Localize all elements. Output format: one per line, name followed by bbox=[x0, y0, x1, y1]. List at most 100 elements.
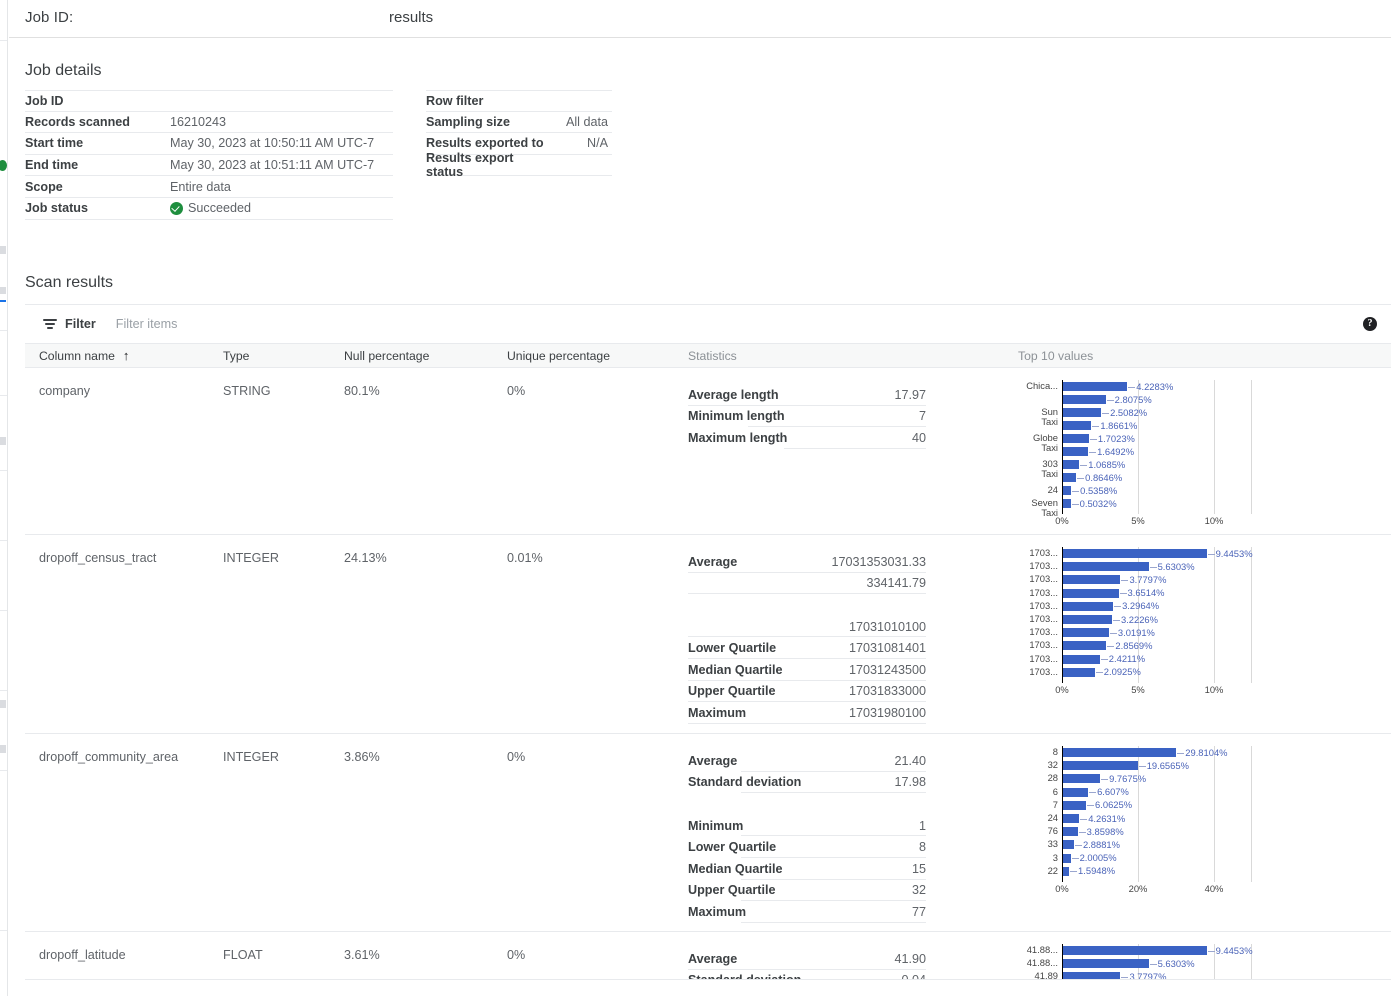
chart-value-label: 9.4453% bbox=[1216, 945, 1253, 956]
chart-category-label: 33 bbox=[1048, 839, 1058, 849]
chart-bar bbox=[1063, 801, 1086, 810]
results-table-body: companySTRING80.1%0%Average length17.97M… bbox=[25, 368, 1391, 980]
chart-leader-line bbox=[1113, 620, 1120, 621]
success-check-icon bbox=[170, 202, 183, 215]
chart-gridline bbox=[1214, 380, 1215, 514]
chart-bar bbox=[1063, 867, 1069, 876]
cell-statistics: Average21.40Standard deviation17.98Minim… bbox=[688, 734, 1018, 931]
scan-results-title: Scan results bbox=[25, 274, 113, 292]
column-header-null-percentage[interactable]: Null percentage bbox=[344, 349, 507, 363]
chart-bar bbox=[1063, 761, 1138, 770]
job-detail-right-row: Results export status bbox=[426, 155, 612, 177]
job-detail-left-key: Scope bbox=[25, 180, 170, 194]
chart-bar bbox=[1063, 575, 1120, 584]
chart-gridline bbox=[1251, 547, 1252, 683]
chart-value-label: 3.8598% bbox=[1087, 826, 1124, 837]
chart-category-label: 1703... bbox=[1029, 627, 1058, 637]
job-detail-left-value: 16210243 bbox=[170, 115, 226, 129]
cell-null-percentage: 3.86% bbox=[344, 734, 507, 931]
statistic-row: Average41.90 bbox=[688, 948, 926, 970]
chart-category-label: 41.88... bbox=[1027, 958, 1058, 968]
chart-value-label: 2.8881% bbox=[1083, 839, 1120, 850]
chart-x-tick-label: 10% bbox=[1205, 684, 1224, 695]
statistic-row: Maximum17031980100 bbox=[688, 702, 926, 724]
column-header-label: Type bbox=[223, 349, 249, 363]
job-detail-left-row: Job ID bbox=[25, 90, 393, 112]
chart-leader-line bbox=[1077, 478, 1084, 479]
cell-column-name: dropoff_latitude bbox=[25, 932, 223, 979]
chart-category-label: 7 bbox=[1053, 800, 1058, 810]
chart-category-label: 1703... bbox=[1029, 548, 1058, 558]
table-row[interactable]: dropoff_census_tractINTEGER24.13%0.01%Av… bbox=[25, 535, 1391, 734]
chart-leader-line bbox=[1208, 554, 1215, 555]
job-detail-right-row: Sampling sizeAll data bbox=[426, 112, 612, 134]
chart-leader-line bbox=[1075, 845, 1082, 846]
cell-statistics: Average41.90Standard deviation0.04 bbox=[688, 932, 1018, 979]
job-header-bar: Job ID: results bbox=[9, 0, 1391, 38]
chart-value-label: 9.4453% bbox=[1216, 548, 1253, 559]
chart-leader-line bbox=[1092, 426, 1099, 427]
statistic-value: 40 bbox=[830, 431, 926, 445]
cell-type: STRING bbox=[223, 368, 344, 534]
chart-leader-line bbox=[1121, 580, 1128, 581]
chart-value-label: 29.8104% bbox=[1185, 747, 1227, 758]
chart-bar bbox=[1063, 641, 1106, 650]
statistic-key: Maximum bbox=[688, 706, 830, 720]
cell-top-10-values: 29.8104%819.6565%329.7675%286.607%66.062… bbox=[1018, 734, 1378, 931]
chart-bar bbox=[1063, 774, 1100, 783]
column-header-label: Null percentage bbox=[344, 349, 429, 363]
chart-category-label: 32 bbox=[1048, 760, 1058, 770]
job-detail-left-row: Job statusSucceeded bbox=[25, 198, 393, 220]
job-detail-left-value: May 30, 2023 at 10:50:11 AM UTC-7 bbox=[170, 136, 374, 150]
column-header-label: Column name bbox=[39, 349, 115, 363]
chart-bar bbox=[1063, 473, 1076, 482]
chart-category-label: 41.89 bbox=[1035, 971, 1058, 980]
filter-icon[interactable] bbox=[43, 318, 57, 330]
chart-leader-line bbox=[1150, 567, 1157, 568]
statistic-value: 17.98 bbox=[830, 775, 926, 789]
job-detail-right-key: Results exported to bbox=[426, 136, 548, 150]
statistic-key: Minimum length bbox=[688, 409, 830, 423]
top-values-bar-chart: 9.4453%41.88...5.6303%41.88...3.7797%41.… bbox=[1018, 944, 1378, 980]
statistics-table: Average21.40Standard deviation17.98Minim… bbox=[688, 750, 926, 923]
statistic-key: Median Quartile bbox=[688, 862, 830, 876]
statistic-row: Maximum length40 bbox=[688, 427, 926, 449]
table-row[interactable]: dropoff_community_areaINTEGER3.86%0%Aver… bbox=[25, 734, 1391, 932]
filter-input[interactable]: Filter items bbox=[116, 317, 178, 331]
chart-bar bbox=[1063, 602, 1113, 611]
job-id-value: results bbox=[389, 9, 433, 26]
chart-value-label: 2.8569% bbox=[1115, 640, 1152, 651]
chart-value-label: 19.6565% bbox=[1147, 760, 1189, 771]
column-header-column-name[interactable]: Column name ↑ bbox=[25, 349, 223, 363]
sort-ascending-icon[interactable]: ↑ bbox=[123, 349, 130, 362]
chart-value-label: 0.5358% bbox=[1080, 485, 1117, 496]
top-values-bar-chart: 9.4453%1703...5.6303%1703...3.7797%1703.… bbox=[1018, 547, 1378, 683]
table-row[interactable]: companySTRING80.1%0%Average length17.97M… bbox=[25, 368, 1391, 535]
column-header-unique-percentage[interactable]: Unique percentage bbox=[507, 349, 688, 363]
column-header-type[interactable]: Type bbox=[223, 349, 344, 363]
table-row[interactable]: dropoff_latitudeFLOAT3.61%0%Average41.90… bbox=[25, 932, 1391, 980]
job-detail-right-key: Row filter bbox=[426, 94, 548, 108]
chart-leader-line bbox=[1072, 504, 1079, 505]
chart-bar bbox=[1063, 814, 1079, 823]
chart-bar bbox=[1063, 382, 1127, 391]
chart-bar bbox=[1063, 549, 1207, 558]
job-detail-left-key: Job ID bbox=[25, 94, 170, 108]
statistic-row: Average17031353031.33 bbox=[688, 551, 926, 573]
chart-plot-area: 9.4453%1703...5.6303%1703...3.7797%1703.… bbox=[1062, 547, 1252, 683]
chart-value-label: 2.0925% bbox=[1104, 666, 1141, 677]
statistics-table: Average length17.97Minimum length7Maximu… bbox=[688, 384, 926, 449]
job-detail-left-row: Records scanned16210243 bbox=[25, 112, 393, 134]
chart-x-tick-label: 0% bbox=[1055, 883, 1069, 894]
statistic-key: Average bbox=[688, 952, 830, 966]
chart-value-label: 9.7675% bbox=[1109, 773, 1146, 784]
chart-value-label: 2.0005% bbox=[1080, 852, 1117, 863]
job-detail-left-value: Succeeded bbox=[170, 201, 251, 215]
statistic-divider bbox=[741, 922, 926, 923]
job-details-title: Job details bbox=[25, 62, 102, 80]
statistic-key: Average bbox=[688, 754, 830, 768]
chart-bar bbox=[1063, 959, 1149, 968]
statistic-row bbox=[688, 793, 926, 815]
help-icon[interactable]: ? bbox=[1363, 317, 1377, 331]
chart-leader-line bbox=[1114, 606, 1121, 607]
